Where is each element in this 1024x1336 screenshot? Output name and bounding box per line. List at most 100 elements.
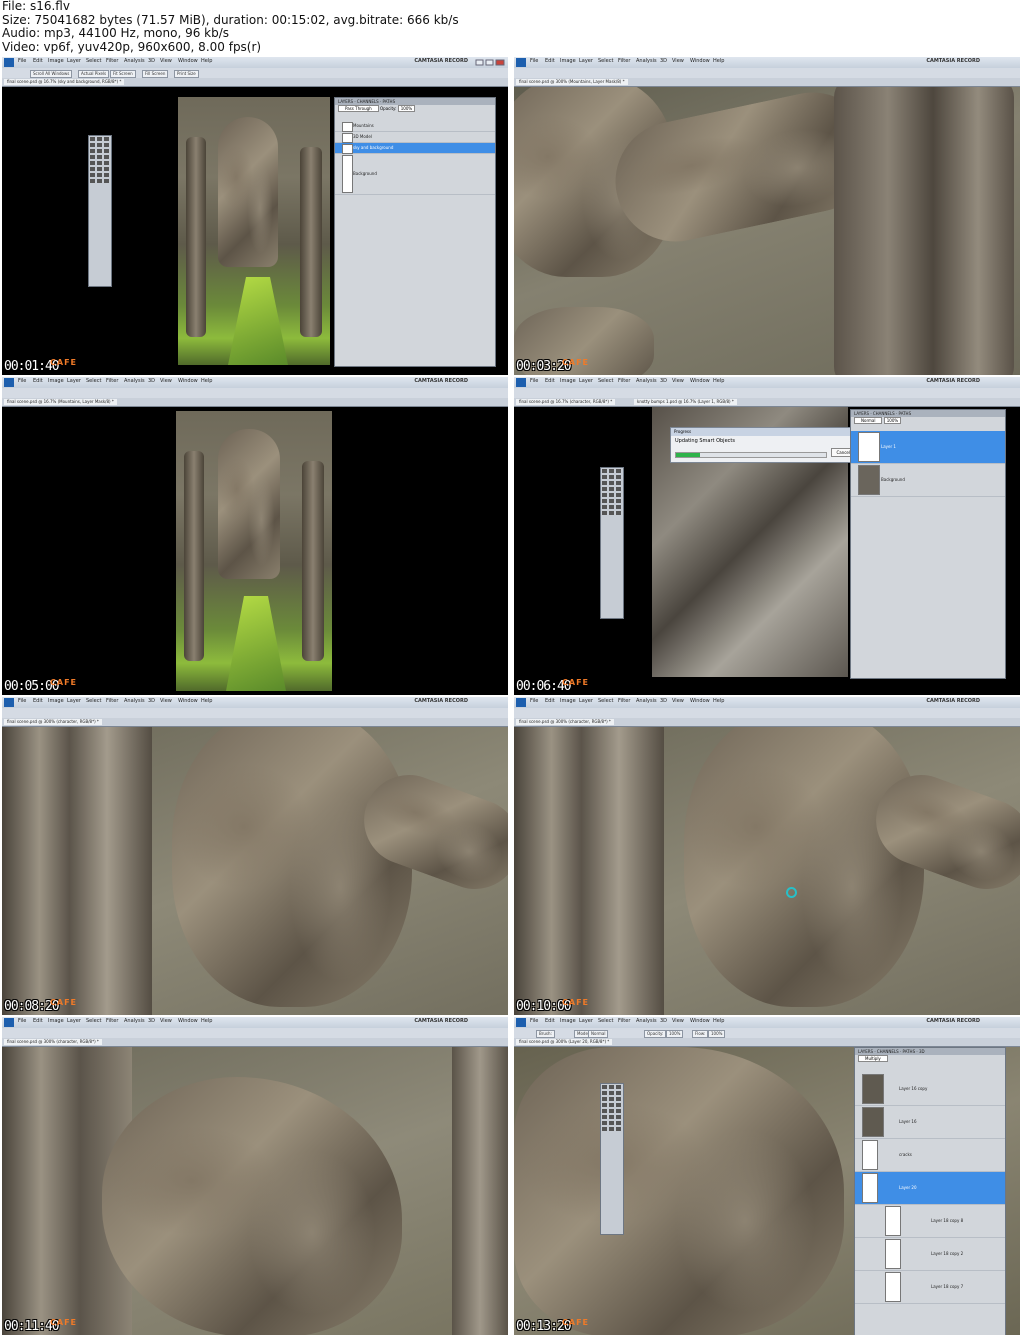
photoshop-icon[interactable]: [4, 1018, 14, 1027]
document-tab[interactable]: final scene.psd @ 300% (Mountains, Layer…: [516, 79, 628, 85]
document-tab[interactable]: final scene.psd @ 16.7% (character, RGB/…: [516, 399, 616, 405]
menu-window[interactable]: Window: [690, 698, 710, 704]
photoshop-icon[interactable]: [516, 1018, 526, 1027]
menu-help[interactable]: Help: [201, 698, 212, 704]
layer-row[interactable]: Background: [851, 464, 1005, 497]
menu-view[interactable]: View: [672, 378, 684, 384]
photoshop-icon[interactable]: [516, 378, 526, 387]
canvas-area[interactable]: 00:10:00 CAFE: [514, 727, 1020, 1015]
menu-3d[interactable]: 3D: [660, 1018, 667, 1024]
menu-window[interactable]: Window: [690, 378, 710, 384]
tools-panel[interactable]: [600, 467, 624, 619]
menu-select[interactable]: Select: [86, 378, 101, 384]
print-size-button[interactable]: Print Size: [174, 70, 199, 78]
menu-edit[interactable]: Edit: [545, 698, 555, 704]
canvas-area[interactable]: 00:08:20 CAFE: [2, 727, 508, 1015]
menu-analysis[interactable]: Analysis: [636, 1018, 657, 1024]
menu-file[interactable]: File: [530, 698, 538, 704]
menu-help[interactable]: Help: [201, 1018, 212, 1024]
menu-layer[interactable]: Layer: [579, 1018, 593, 1024]
menu-analysis[interactable]: Analysis: [124, 58, 145, 64]
menu-file[interactable]: File: [18, 58, 26, 64]
menu-help[interactable]: Help: [713, 1018, 724, 1024]
menu-image[interactable]: Image: [48, 378, 64, 384]
menu-edit[interactable]: Edit: [545, 378, 555, 384]
layer-row[interactable]: Layer 18 copy 2: [855, 1238, 1005, 1271]
layer-row-selected[interactable]: Layer 20: [855, 1172, 1005, 1205]
blend-mode-select[interactable]: Pass Through: [338, 105, 379, 112]
layers-panel[interactable]: LAYERS · CHANNELS · PATHS Normal 100% La…: [850, 409, 1006, 679]
photoshop-icon[interactable]: [4, 58, 14, 67]
menu-3d[interactable]: 3D: [148, 698, 155, 704]
menu-window[interactable]: Window: [178, 698, 198, 704]
menu-filter[interactable]: Filter: [618, 698, 630, 704]
menu-analysis[interactable]: Analysis: [124, 1018, 145, 1024]
menu-image[interactable]: Image: [48, 58, 64, 64]
menu-window[interactable]: Window: [690, 1018, 710, 1024]
menu-layer[interactable]: Layer: [579, 698, 593, 704]
fill-screen-button[interactable]: Fill Screen: [142, 70, 169, 78]
layer-row-selected[interactable]: sky and background: [335, 143, 495, 154]
menu-help[interactable]: Help: [713, 58, 724, 64]
menu-3d[interactable]: 3D: [148, 58, 155, 64]
menu-view[interactable]: View: [672, 698, 684, 704]
menu-help[interactable]: Help: [713, 698, 724, 704]
fit-screen-button[interactable]: Fit Screen: [110, 70, 136, 78]
menu-view[interactable]: View: [672, 58, 684, 64]
menu-file[interactable]: File: [18, 378, 26, 384]
menu-filter[interactable]: Filter: [618, 58, 630, 64]
menu-image[interactable]: Image: [560, 698, 576, 704]
layers-panel[interactable]: LAYERS · CHANNELS · PATHS Pass Through O…: [334, 97, 496, 367]
document-tab[interactable]: final scene.psd @ 16.7% (Mountains, Laye…: [4, 399, 117, 405]
menu-image[interactable]: Image: [560, 58, 576, 64]
menu-image[interactable]: Image: [48, 1018, 64, 1024]
tools-panel[interactable]: [600, 1083, 624, 1235]
opacity-field[interactable]: 100%: [666, 1030, 684, 1038]
menu-layer[interactable]: Layer: [67, 1018, 81, 1024]
layer-row[interactable]: Layer 18 copy 8: [855, 1205, 1005, 1238]
blend-mode-select[interactable]: Multiply: [858, 1055, 888, 1062]
menu-edit[interactable]: Edit: [33, 378, 43, 384]
menu-file[interactable]: File: [530, 378, 538, 384]
menu-edit[interactable]: Edit: [545, 1018, 555, 1024]
canvas-area[interactable]: 00:03:20 CAFE: [514, 87, 1020, 375]
menu-filter[interactable]: Filter: [106, 1018, 118, 1024]
document-tab[interactable]: final scene.psd @ 300% (character, RGB/8…: [516, 719, 614, 725]
layer-row[interactable]: Layer 16 copy: [855, 1073, 1005, 1106]
menu-view[interactable]: View: [160, 378, 172, 384]
menu-file[interactable]: File: [530, 1018, 538, 1024]
actual-pixels-button[interactable]: Actual Pixels: [78, 70, 110, 78]
photoshop-icon[interactable]: [4, 698, 14, 707]
layer-row[interactable]: 3D Model: [335, 132, 495, 143]
menu-analysis[interactable]: Analysis: [636, 698, 657, 704]
canvas-area[interactable]: LAYERS · CHANNELS · PATHS · 3D Multiply …: [514, 1047, 1020, 1335]
menu-view[interactable]: View: [672, 1018, 684, 1024]
menu-filter[interactable]: Filter: [106, 698, 118, 704]
menu-window[interactable]: Window: [178, 378, 198, 384]
menu-analysis[interactable]: Analysis: [636, 58, 657, 64]
document-tab[interactable]: final scene.psd @ 300% (character, RGB/8…: [4, 1039, 102, 1045]
menu-edit[interactable]: Edit: [33, 698, 43, 704]
menu-layer[interactable]: Layer: [67, 698, 81, 704]
scroll-all-windows-checkbox[interactable]: Scroll All Windows: [30, 70, 73, 78]
menu-select[interactable]: Select: [86, 698, 101, 704]
menu-window[interactable]: Window: [690, 58, 710, 64]
menu-analysis[interactable]: Analysis: [636, 378, 657, 384]
menu-layer[interactable]: Layer: [67, 58, 81, 64]
menu-select[interactable]: Select: [598, 698, 613, 704]
menu-filter[interactable]: Filter: [106, 378, 118, 384]
tools-panel[interactable]: [88, 135, 112, 287]
menu-filter[interactable]: Filter: [618, 378, 630, 384]
layer-row[interactable]: Layer 18 copy 7: [855, 1271, 1005, 1304]
layer-row-selected[interactable]: Layer 1: [851, 431, 1005, 464]
document-tab[interactable]: final scene.psd @ 300% (character, RGB/8…: [4, 719, 102, 725]
menu-select[interactable]: Select: [86, 58, 101, 64]
menu-edit[interactable]: Edit: [545, 58, 555, 64]
menu-filter[interactable]: Filter: [106, 58, 118, 64]
menu-file[interactable]: File: [530, 58, 538, 64]
canvas-area[interactable]: 00:11:40 CAFE: [2, 1047, 508, 1335]
document-tab[interactable]: final scene.psd @ 16.7% (sky and backgro…: [4, 79, 125, 85]
blend-mode-select[interactable]: Normal: [854, 417, 883, 424]
menu-window[interactable]: Window: [178, 58, 198, 64]
layers-panel[interactable]: LAYERS · CHANNELS · PATHS · 3D Multiply …: [854, 1047, 1006, 1335]
